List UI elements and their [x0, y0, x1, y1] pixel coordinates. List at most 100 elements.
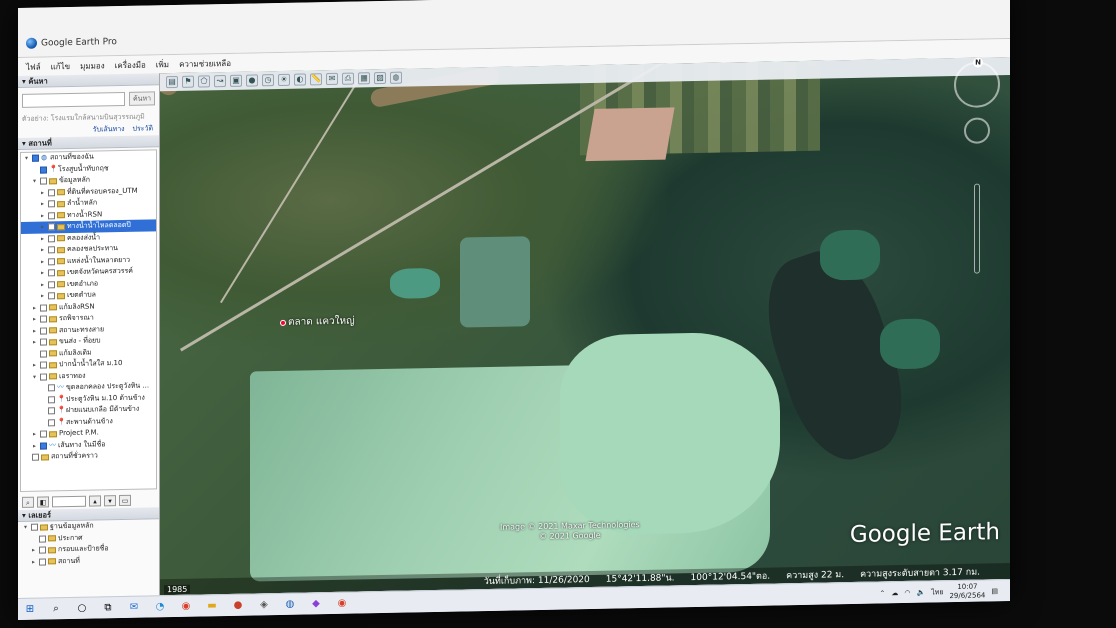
menu-edit[interactable]: แก้ไข [51, 59, 71, 72]
visibility-checkbox[interactable] [48, 269, 55, 277]
wifi-icon[interactable]: ◠ [904, 589, 910, 597]
expand-toggle-icon[interactable]: ▸ [31, 440, 38, 452]
visibility-checkbox[interactable] [40, 361, 47, 369]
visibility-checkbox[interactable] [40, 373, 47, 381]
mail-icon[interactable]: ✉ [128, 601, 140, 613]
expand-toggle-icon[interactable]: ▸ [39, 233, 46, 245]
menu-file[interactable]: ไฟล์ [26, 60, 41, 73]
visibility-checkbox[interactable] [48, 189, 55, 197]
language-indicator[interactable]: ไทย [931, 587, 943, 598]
visibility-checkbox[interactable] [48, 419, 55, 427]
visibility-checkbox[interactable] [48, 281, 55, 289]
expand-toggle-icon[interactable]: ▸ [31, 302, 38, 314]
expand-toggle-icon[interactable]: ▸ [30, 545, 37, 557]
imagery-year[interactable]: 1985 [164, 584, 191, 595]
search-icon[interactable]: ⌕ [50, 603, 62, 615]
expand-toggle-icon[interactable]: ▸ [31, 360, 38, 372]
app-icon[interactable]: ◆ [310, 598, 322, 610]
map-area[interactable]: ตลาด แควใหญ่ Image © 2021 Maxar Technolo… [160, 56, 1010, 596]
print-icon[interactable]: ⎙ [342, 72, 354, 85]
add-placemark-icon[interactable]: ⚑ [182, 75, 194, 88]
visibility-checkbox[interactable] [40, 327, 47, 335]
expand-toggle-icon[interactable]: ▸ [39, 187, 46, 199]
visibility-checkbox[interactable] [48, 407, 55, 415]
app-icon[interactable]: ◈ [258, 599, 270, 611]
menu-add[interactable]: เพิ่ม [156, 58, 169, 71]
add-path-icon[interactable]: ↝ [214, 75, 226, 88]
layer-checkbox[interactable] [39, 535, 46, 543]
chrome-icon[interactable]: ◉ [180, 600, 192, 612]
chevron-up-icon[interactable]: ⌃ [880, 589, 886, 597]
visibility-checkbox[interactable] [40, 430, 47, 438]
visibility-checkbox[interactable] [32, 453, 39, 461]
add-folder-icon[interactable]: ▭ [119, 494, 131, 506]
start-icon[interactable]: ⊞ [24, 603, 36, 615]
visibility-checkbox[interactable] [48, 223, 55, 231]
search-input[interactable] [22, 91, 125, 108]
visibility-checkbox[interactable] [40, 442, 47, 450]
file-explorer-icon[interactable]: ▬ [206, 600, 218, 612]
task-view-icon[interactable]: ⧉ [102, 602, 114, 614]
visibility-checkbox[interactable] [48, 200, 55, 208]
places-filter-input[interactable] [52, 495, 86, 507]
menu-help[interactable]: ความช่วยเหลือ [179, 56, 231, 70]
ruler-icon[interactable]: 📏 [310, 73, 322, 86]
visibility-checkbox[interactable] [48, 235, 55, 243]
expand-toggle-icon[interactable]: ▸ [31, 314, 38, 326]
layer-checkbox[interactable] [39, 546, 46, 554]
visibility-checkbox[interactable] [40, 350, 47, 358]
expand-toggle-icon[interactable]: ▾ [23, 153, 30, 165]
add-polygon-icon[interactable]: ⬠ [198, 75, 210, 88]
menu-view[interactable]: มุมมอง [80, 59, 105, 72]
powerpoint-icon[interactable]: ● [232, 599, 244, 611]
expand-toggle-icon[interactable]: ▾ [31, 371, 38, 383]
search-places-icon[interactable]: ⌕ [22, 496, 34, 508]
volume-icon[interactable]: 🔈 [917, 589, 926, 597]
expand-toggle-icon[interactable]: ▸ [31, 429, 38, 441]
expand-toggle-icon[interactable]: ▸ [31, 337, 38, 349]
expand-toggle-icon[interactable]: ▾ [22, 522, 29, 534]
globe-icon[interactable]: ◍ [390, 71, 402, 84]
record-tour-icon[interactable]: ● [246, 74, 258, 87]
chrome-icon[interactable]: ◉ [336, 597, 348, 609]
visibility-checkbox[interactable] [40, 315, 47, 323]
visibility-checkbox[interactable] [40, 304, 47, 312]
visibility-checkbox[interactable] [40, 177, 47, 185]
view-in-maps-icon[interactable]: ▨ [374, 71, 386, 85]
planet-icon[interactable]: ◐ [294, 73, 306, 86]
expand-toggle-icon[interactable]: ▸ [30, 556, 37, 568]
edge-icon[interactable]: ◔ [154, 601, 166, 613]
visibility-checkbox[interactable] [48, 258, 55, 266]
visibility-checkbox[interactable] [48, 292, 55, 300]
cloud-icon[interactable]: ☁ [891, 589, 898, 597]
move-down-icon[interactable]: ▾ [104, 494, 116, 506]
place-label[interactable]: ตลาด แควใหญ่ [280, 314, 355, 330]
save-image-icon[interactable]: ▦ [358, 72, 370, 85]
layer-item[interactable]: ▸ สถานที่ [18, 554, 159, 568]
clock[interactable]: 10:07 29/6/2564 [949, 582, 985, 601]
visibility-checkbox[interactable] [48, 384, 55, 392]
google-earth-taskbar-icon[interactable]: ◍ [284, 598, 296, 610]
visibility-checkbox[interactable] [48, 246, 55, 254]
visibility-checkbox[interactable] [40, 166, 47, 174]
move-up-icon[interactable]: ▴ [89, 494, 101, 507]
expand-toggle-icon[interactable]: ▸ [39, 267, 46, 279]
layer-checkbox[interactable] [39, 558, 46, 566]
expand-toggle-icon[interactable]: ▸ [39, 256, 46, 268]
compass-north-icon[interactable]: N [973, 57, 983, 68]
expand-toggle-icon[interactable]: ▸ [31, 325, 38, 337]
visibility-checkbox[interactable] [48, 212, 55, 220]
sunlight-icon[interactable]: ☀ [278, 73, 290, 87]
search-button[interactable]: ค้นหา [128, 91, 155, 106]
expand-toggle-icon[interactable]: ▸ [39, 290, 46, 302]
expand-toggle-icon[interactable]: ▸ [39, 279, 46, 291]
add-overlay-icon[interactable]: ▣ [230, 74, 242, 87]
expand-toggle-icon[interactable]: ▾ [31, 176, 38, 188]
satellite-imagery[interactable]: ตลาด แควใหญ่ Image © 2021 Maxar Technolo… [160, 56, 1010, 596]
visibility-checkbox[interactable] [40, 338, 47, 346]
sidebar-toggle-icon[interactable]: ◧ [37, 495, 49, 508]
places-item[interactable]: สถานที่ชั่วคราว [21, 449, 156, 463]
historical-imagery-icon[interactable]: ◷ [262, 74, 274, 87]
history-link[interactable]: ประวัติ [133, 123, 153, 133]
search-panel-header[interactable]: ▾ ค้นหา [18, 73, 159, 88]
